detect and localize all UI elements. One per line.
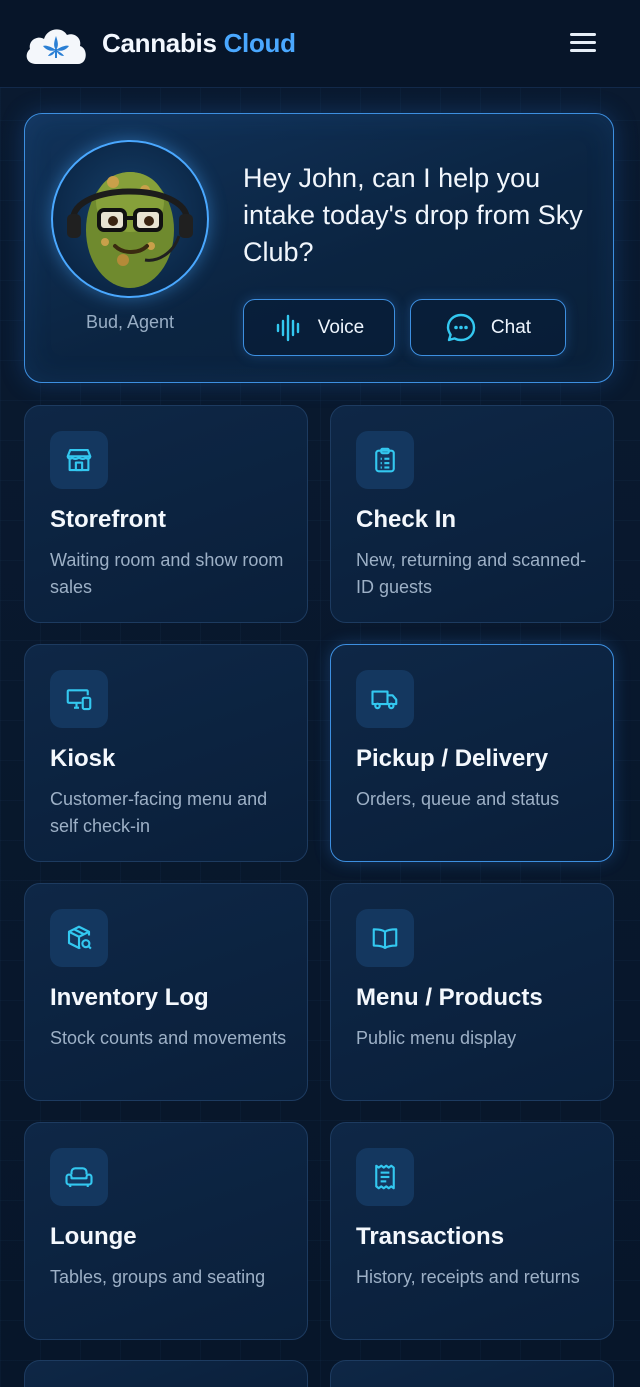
delivery-truck-icon [371,690,398,710]
tile-lounge[interactable]: Lounge Tables, groups and seating [24,1122,308,1340]
agent-name-label: Bud, Agent [85,312,175,332]
voice-button-label: Voice [317,316,365,338]
chat-bubble-icon [446,313,476,341]
brand-word-cannabis: Cannabis [102,28,217,58]
clipboard-icon [375,447,395,473]
tile-description: Customer-facing menu and self check-in [50,789,268,836]
audio-waveform-icon [276,314,299,341]
tile-title: Menu / Products [356,984,543,1011]
tile-description: Public menu display [356,1028,517,1048]
armchair-icon [65,1167,93,1187]
package-search-icon [67,925,92,950]
tile-title: Inventory Log [50,984,209,1011]
open-book-icon [372,928,398,950]
tile-transactions[interactable]: Transactions History, receipts and retur… [330,1122,614,1340]
agent-message: Hey John, can I help you intake today's … [243,163,583,267]
chat-button[interactable]: Chat [410,299,566,356]
tile-title: Lounge [50,1223,137,1250]
cloud-leaf-icon[interactable] [22,22,90,66]
tile-title: Pickup / Delivery [356,745,549,772]
agent-panel: Bud, Agent Hey John, can I help you inta… [24,113,614,383]
bud-mascot-icon [67,172,193,288]
storefront-icon [66,448,92,472]
tile-pickup-delivery[interactable]: Pickup / Delivery Orders, queue and stat… [330,644,614,862]
tile-title: Transactions [356,1223,505,1250]
tile-description: New, returning and scanned-ID guests [356,550,587,597]
tile-title: Storefront [50,506,166,533]
brand-word-cloud: Cloud [223,28,296,58]
tile-partial-right[interactable] [330,1360,614,1387]
chat-button-label: Chat [490,316,532,338]
tile-title: Kiosk [50,745,116,772]
kiosk-devices-icon [66,689,92,711]
tile-description: History, receipts and returns [356,1267,580,1287]
hamburger-menu-icon[interactable] [566,30,600,58]
app-header: Cannabis Cloud [0,0,640,88]
brand-title: Cannabis Cloud [102,28,296,59]
tile-description: Stock counts and movements [50,1028,287,1048]
voice-button[interactable]: Voice [243,299,395,356]
tile-storefront[interactable]: Storefront Waiting room and show room sa… [24,405,308,623]
tile-title: Check In [356,506,457,533]
tile-description: Waiting room and show room sales [50,550,284,597]
agent-avatar [51,140,209,298]
tile-check-in[interactable]: Check In New, returning and scanned-ID g… [330,405,614,623]
tile-kiosk[interactable]: Kiosk Customer-facing menu and self chec… [24,644,308,862]
tile-partial-left[interactable] [24,1360,308,1387]
tile-menu-products[interactable]: Menu / Products Public menu display [330,883,614,1101]
tile-description: Tables, groups and seating [50,1267,266,1287]
receipt-icon [375,1164,395,1190]
tile-description: Orders, queue and status [356,789,560,809]
tile-inventory-log[interactable]: Inventory Log Stock counts and movements [24,883,308,1101]
